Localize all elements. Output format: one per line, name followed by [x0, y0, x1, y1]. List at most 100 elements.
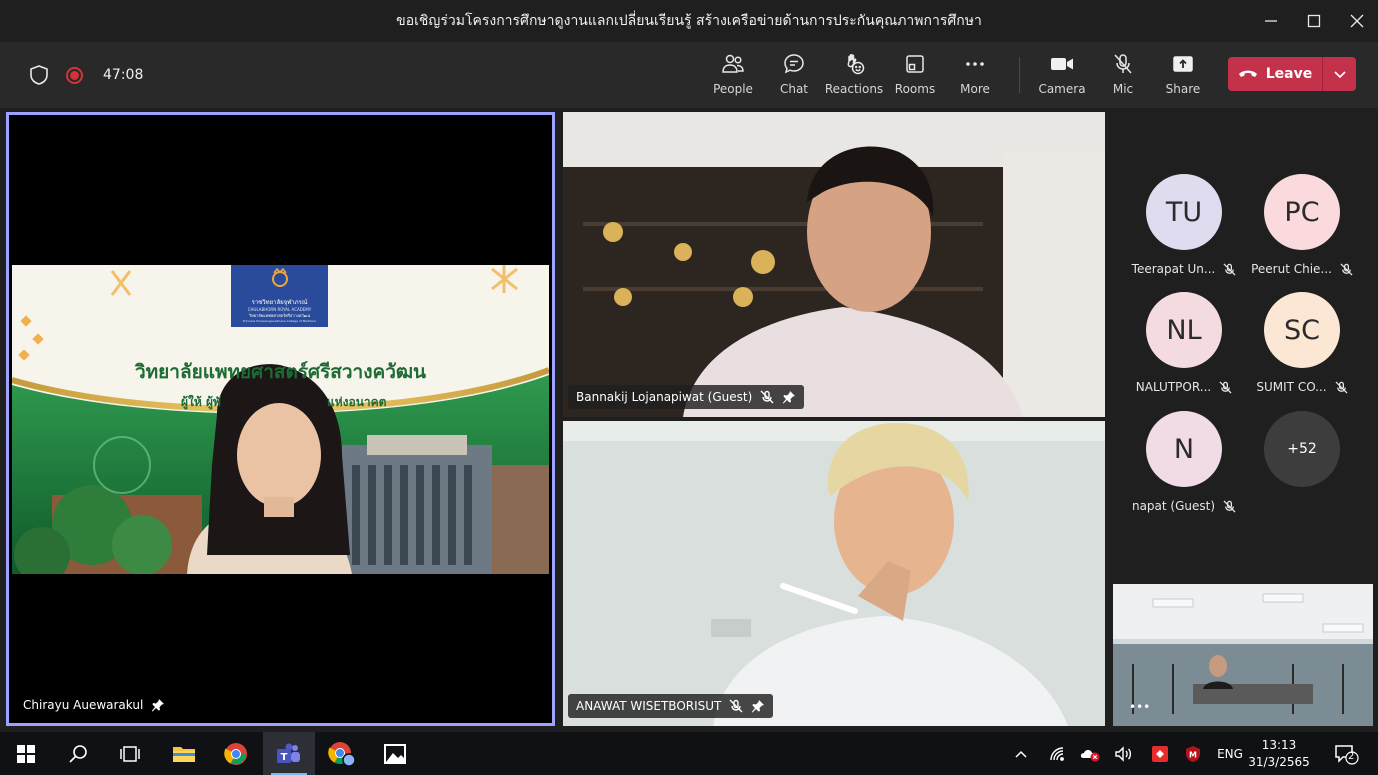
self-view-more-button[interactable]: ••• [1129, 700, 1150, 714]
people-icon [722, 54, 744, 73]
participant-name: ANAWAT WISETBORISUT [576, 699, 722, 713]
volume-button[interactable] [1112, 732, 1136, 775]
start-button[interactable] [0, 732, 52, 775]
onedrive-error-icon [1080, 749, 1100, 761]
photos-icon [384, 743, 406, 764]
chat-button[interactable]: Chat [774, 50, 814, 102]
tray-app-icon [1152, 745, 1168, 762]
chat-label: Chat [779, 82, 809, 96]
mic-muted-icon [1223, 262, 1236, 276]
chat-icon [784, 54, 804, 74]
search-button[interactable] [52, 732, 104, 775]
folder-icon [173, 746, 195, 762]
mic-button[interactable]: Mic [1105, 50, 1141, 102]
windows-taskbar: T M ENG 13:13 31/3/2565 2 [0, 732, 1378, 775]
file-explorer-button[interactable] [158, 732, 210, 775]
video-tile-2[interactable]: ANAWAT WISETBORISUT [563, 421, 1105, 726]
chevron-down-icon [1333, 71, 1346, 79]
mic-muted-icon [760, 390, 774, 404]
video-tile-1[interactable]: Bannakij Lojanapiwat (Guest) [563, 112, 1105, 417]
mic-muted-icon [1223, 499, 1236, 513]
overflow-participants-button[interactable]: +52 [1242, 411, 1362, 487]
system-clock[interactable]: 13:13 31/3/2565 [1247, 737, 1311, 771]
participant-name: napat (Guest) [1131, 499, 1216, 513]
toolbar-divider [1019, 57, 1020, 93]
people-button[interactable]: People [713, 50, 753, 102]
crown-logo-icon [271, 267, 288, 287]
avatar-participant[interactable]: NL NALUTPOR... [1124, 292, 1244, 396]
avatar: NL [1146, 292, 1222, 368]
avatar: PC [1264, 174, 1340, 250]
avatar-participant[interactable]: SC SUMIT CO... [1242, 292, 1362, 396]
rooms-label: Rooms [894, 82, 936, 96]
presenter-tile[interactable]: ราชวิทยาลัยจุฬาภรณ์ CHULABHORN ROYAL ACA… [6, 112, 555, 726]
task-view-icon [120, 745, 140, 762]
windows-icon [17, 744, 35, 763]
leave-main[interactable]: Leave [1228, 57, 1322, 91]
search-icon [69, 744, 87, 763]
teams-button[interactable]: T [263, 732, 315, 775]
input-language-button[interactable]: ENG [1214, 732, 1246, 775]
leave-label: Leave [1265, 66, 1313, 82]
more-label: More [960, 82, 990, 96]
share-button[interactable]: Share [1162, 50, 1204, 102]
clock-date: 31/3/2565 [1248, 755, 1310, 769]
logo-text-1: ราชวิทยาลัยจุฬาภรณ์ [251, 299, 308, 306]
logo-text-3: วิทยาลัยแพทยศาสตร์ศรีสวางควัฒน [248, 313, 311, 318]
avatar-participant[interactable]: TU Teerapat Un... [1124, 174, 1244, 278]
chrome-button[interactable] [210, 732, 262, 775]
task-view-button[interactable] [104, 732, 156, 775]
slide-subheading-left: ผู้ให้ ผู้พั [181, 395, 221, 409]
reactions-button[interactable]: Reactions [824, 50, 884, 102]
leave-options-button[interactable] [1323, 69, 1356, 79]
reactions-label: Reactions [824, 82, 884, 96]
camera-button[interactable]: Camera [1038, 50, 1086, 102]
share-screen-icon [1173, 56, 1193, 72]
chrome-profile-button[interactable] [316, 732, 368, 775]
avatar-participant[interactable]: N napat (Guest) [1124, 411, 1244, 515]
camera-icon [1051, 58, 1073, 70]
close-button[interactable] [1336, 0, 1378, 42]
slide-subheading-right: แห่งอนาคต [327, 395, 387, 409]
video-2-name-tag: ANAWAT WISETBORISUT [568, 694, 774, 718]
avatar: N [1146, 411, 1222, 487]
avatar: SC [1264, 292, 1340, 368]
minimize-icon [1265, 20, 1277, 22]
rooms-button[interactable]: Rooms [894, 50, 936, 102]
maximize-icon [1307, 14, 1321, 28]
pin-icon [152, 699, 165, 712]
shield-icon[interactable] [28, 64, 50, 86]
avatar-participant[interactable]: PC Peerut Chie... [1242, 174, 1362, 278]
more-button[interactable]: More [955, 50, 995, 102]
maximize-button[interactable] [1293, 0, 1335, 42]
wifi-icon [1050, 746, 1064, 761]
participant-name: Bannakij Lojanapiwat (Guest) [576, 390, 753, 404]
pin-icon [752, 700, 765, 713]
teams-icon: T [277, 743, 300, 763]
title-bar: ขอเชิญร่วมโครงการศึกษาดูงานแลกเปลี่ยนเรี… [0, 0, 1378, 42]
mic-muted-icon [1114, 54, 1132, 74]
photos-button[interactable] [369, 732, 421, 775]
share-label: Share [1165, 82, 1201, 96]
self-view-tile[interactable]: ••• [1113, 584, 1373, 726]
network-button[interactable] [1046, 732, 1068, 775]
notification-count: 2 [1348, 751, 1355, 762]
tray-app-button[interactable] [1148, 732, 1172, 775]
leave-button[interactable]: Leave [1228, 57, 1356, 91]
notification-icon [1335, 744, 1359, 765]
svg-text:M: M [1189, 750, 1197, 759]
participant-video-2 [563, 421, 1105, 726]
hang-up-icon [1238, 70, 1257, 77]
more-icon [966, 62, 984, 66]
overflow-count: +52 [1264, 411, 1340, 487]
show-hidden-icons-button[interactable] [1010, 732, 1032, 775]
college-logo: ราชวิทยาลัยจุฬาภรณ์ CHULABHORN ROYAL ACA… [231, 265, 328, 327]
minimize-button[interactable] [1250, 0, 1292, 42]
rooms-icon [906, 55, 924, 73]
presenter-name: Chirayu Auewarakul [23, 698, 144, 712]
presenter-name-tag: Chirayu Auewarakul [15, 693, 173, 717]
mic-muted-icon [729, 699, 743, 713]
action-center-button[interactable]: 2 [1328, 732, 1364, 775]
security-tray-button[interactable]: M [1181, 732, 1205, 775]
onedrive-button[interactable] [1078, 732, 1102, 775]
